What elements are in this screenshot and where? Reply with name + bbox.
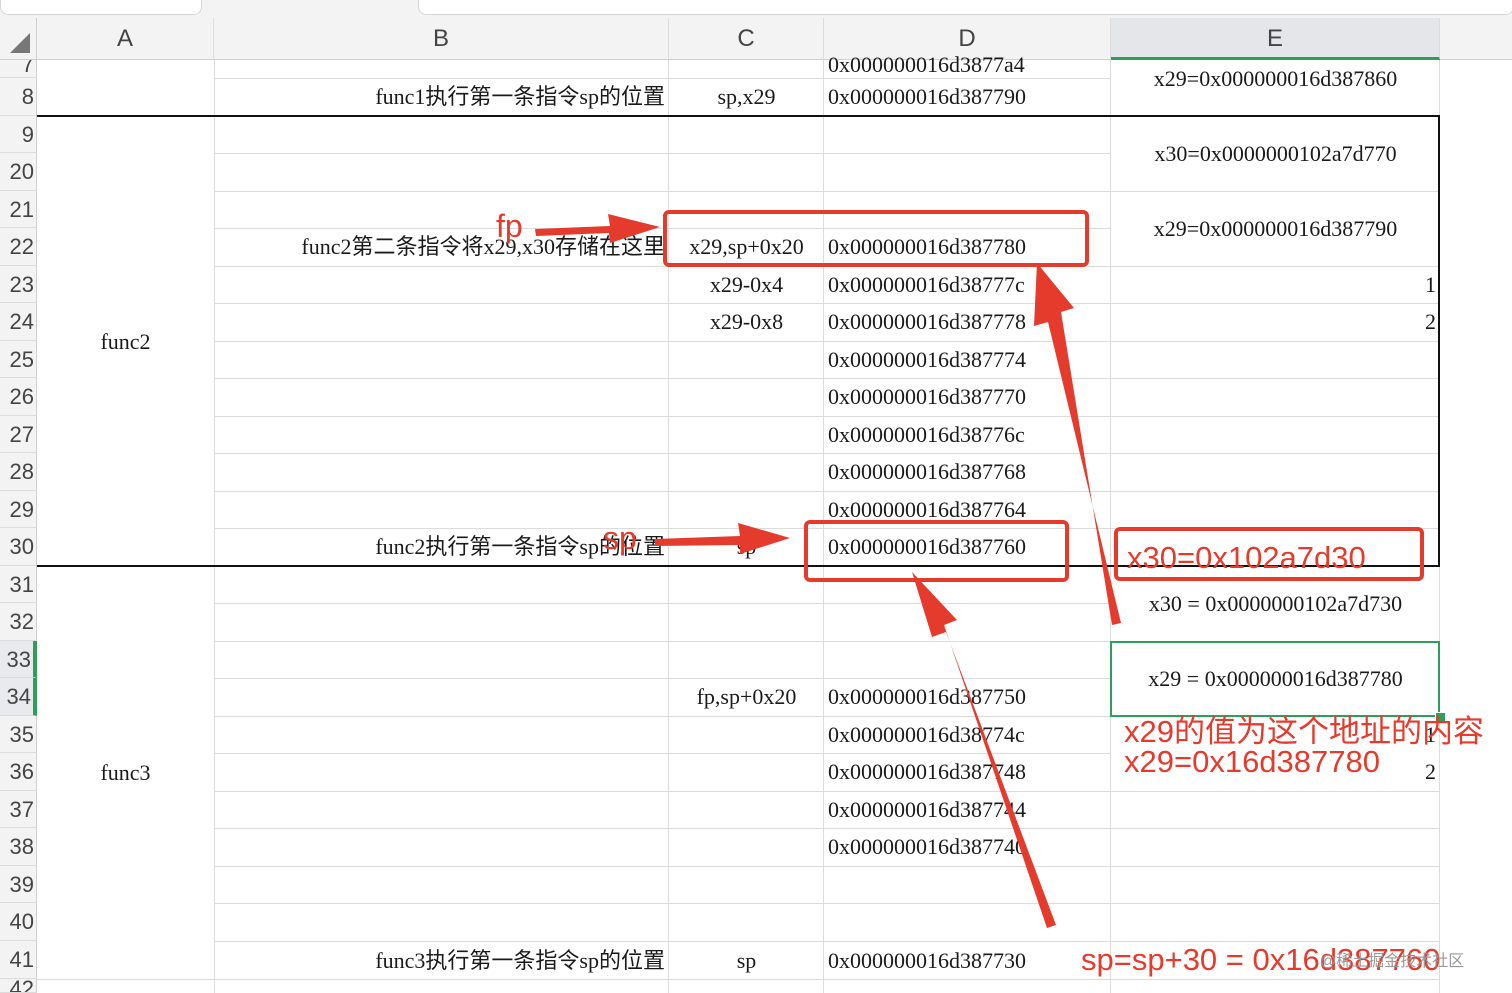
cell-d23[interactable]: 0x000000016d38777c bbox=[824, 266, 1111, 303]
column-header-a[interactable]: A bbox=[37, 18, 214, 60]
cell-e23[interactable]: 1 bbox=[1111, 266, 1440, 303]
row-header-36[interactable]: 36 bbox=[0, 753, 37, 791]
cell-c34[interactable]: fp,sp+0x20 bbox=[669, 678, 824, 715]
grid-line bbox=[37, 979, 1440, 980]
cell-b41[interactable]: func3执行第一条指令sp的位置 bbox=[214, 942, 669, 979]
grid-line bbox=[214, 903, 1440, 904]
select-all-corner[interactable] bbox=[0, 18, 37, 60]
func2-border-right bbox=[1438, 115, 1440, 567]
cell-d26[interactable]: 0x000000016d387770 bbox=[824, 378, 1111, 415]
cell-d35[interactable]: 0x000000016d38774c bbox=[824, 716, 1111, 753]
sheet-tab[interactable] bbox=[0, 0, 202, 15]
cell-d28[interactable]: 0x000000016d387768 bbox=[824, 453, 1111, 490]
formula-area[interactable] bbox=[418, 0, 1512, 15]
cell-d27[interactable]: 0x000000016d38776c bbox=[824, 416, 1111, 453]
row-header-39[interactable]: 39 bbox=[0, 866, 37, 903]
row-header-27[interactable]: 27 bbox=[0, 416, 37, 453]
cell-c8[interactable]: sp,x29 bbox=[669, 78, 824, 115]
row-header-37[interactable]: 37 bbox=[0, 791, 37, 828]
row-header-40[interactable]: 40 bbox=[0, 903, 37, 941]
row-header-20[interactable]: 20 bbox=[0, 153, 37, 191]
column-header-f[interactable] bbox=[1440, 18, 1512, 60]
cell-c41[interactable]: sp bbox=[669, 942, 824, 979]
cell-b8[interactable]: func1执行第一条指令sp的位置 bbox=[214, 78, 669, 115]
annotation-sp: sp bbox=[603, 520, 637, 556]
cell-e-x29-top[interactable]: x29=0x000000016d387860 bbox=[1111, 60, 1440, 97]
row-header-32[interactable]: 32 bbox=[0, 603, 37, 641]
row-header-25[interactable]: 25 bbox=[0, 341, 37, 378]
cell-d38[interactable]: 0x000000016d387740 bbox=[824, 828, 1111, 865]
cell-d25[interactable]: 0x000000016d387774 bbox=[824, 341, 1111, 378]
highlight-fp-box bbox=[663, 210, 1089, 267]
annotation-x30: x30=0x102a7d30 bbox=[1127, 540, 1366, 575]
row-header-7[interactable]: 7 bbox=[0, 60, 37, 78]
annotation-x29-value: x29=0x16d387780 bbox=[1124, 744, 1380, 779]
spreadsheet[interactable]: A B C D E 7 8 9 20 21 22 23 24 25 26 27 … bbox=[0, 0, 1512, 993]
cell-d34[interactable]: 0x000000016d387750 bbox=[824, 678, 1111, 715]
row-header-21[interactable]: 21 bbox=[0, 191, 37, 228]
cell-a-func2[interactable]: func2 bbox=[37, 323, 214, 360]
grid-line bbox=[668, 60, 669, 993]
cell-e-x29-mid[interactable]: x29=0x000000016d387790 bbox=[1111, 210, 1440, 247]
cell-d37[interactable]: 0x000000016d387744 bbox=[824, 791, 1111, 828]
row-header-34[interactable]: 34 bbox=[0, 678, 37, 716]
cell-d36[interactable]: 0x000000016d387748 bbox=[824, 753, 1111, 790]
row-header-29[interactable]: 29 bbox=[0, 491, 37, 528]
cell-c24[interactable]: x29-0x8 bbox=[669, 303, 824, 340]
row-header-30[interactable]: 30 bbox=[0, 528, 37, 566]
select-all-icon bbox=[10, 33, 30, 53]
grid-line bbox=[214, 153, 1110, 154]
grid-line bbox=[214, 191, 1440, 192]
watermark: @稀土掘金技术社区 bbox=[1320, 953, 1465, 970]
row-header-22[interactable]: 22 bbox=[0, 228, 37, 266]
column-header-c[interactable]: C bbox=[669, 18, 824, 60]
column-header-b[interactable]: B bbox=[214, 18, 669, 60]
row-header-28[interactable]: 28 bbox=[0, 453, 37, 491]
row-header-42[interactable]: 42 bbox=[0, 979, 37, 993]
column-header-e[interactable]: E bbox=[1111, 18, 1440, 60]
cell-c23[interactable]: x29-0x4 bbox=[669, 266, 824, 303]
highlight-sp-box bbox=[804, 520, 1069, 582]
row-header-31[interactable]: 31 bbox=[0, 566, 37, 603]
cell-b22[interactable]: func2第二条指令将x29,x30存储在这里 bbox=[214, 228, 669, 265]
cell-e-x30-top[interactable]: x30=0x0000000102a7d770 bbox=[1111, 135, 1440, 172]
cell-e-x30-low[interactable]: x30 = 0x0000000102a7d730 bbox=[1111, 585, 1440, 622]
row-header-41[interactable]: 41 bbox=[0, 941, 37, 979]
row-header-8[interactable]: 8 bbox=[0, 78, 37, 116]
annotation-fp: fp bbox=[496, 208, 523, 244]
func2-border-top bbox=[37, 115, 1440, 117]
row-header-38[interactable]: 38 bbox=[0, 828, 37, 866]
row-header-33[interactable]: 33 bbox=[0, 641, 37, 678]
row-header-23[interactable]: 23 bbox=[0, 266, 37, 303]
row-header-24[interactable]: 24 bbox=[0, 303, 37, 341]
cell-d8[interactable]: 0x000000016d387790 bbox=[824, 78, 1111, 115]
row-header-19[interactable]: 9 bbox=[0, 116, 37, 153]
cell-a-func3[interactable]: func3 bbox=[37, 754, 214, 791]
cell-c30[interactable]: sp bbox=[669, 528, 824, 565]
cell-e24[interactable]: 2 bbox=[1111, 303, 1440, 340]
grid-line bbox=[214, 603, 1110, 604]
grid-line bbox=[214, 866, 1440, 867]
cell-d41[interactable]: 0x000000016d387730 bbox=[824, 942, 1111, 979]
grid-line bbox=[214, 60, 215, 993]
tab-bar bbox=[0, 0, 1512, 19]
row-header-26[interactable]: 26 bbox=[0, 378, 37, 416]
cell-b30[interactable]: func2执行第一条指令sp的位置 bbox=[214, 528, 669, 565]
cell-d24[interactable]: 0x000000016d387778 bbox=[824, 303, 1111, 340]
row-header-35[interactable]: 35 bbox=[0, 716, 37, 753]
